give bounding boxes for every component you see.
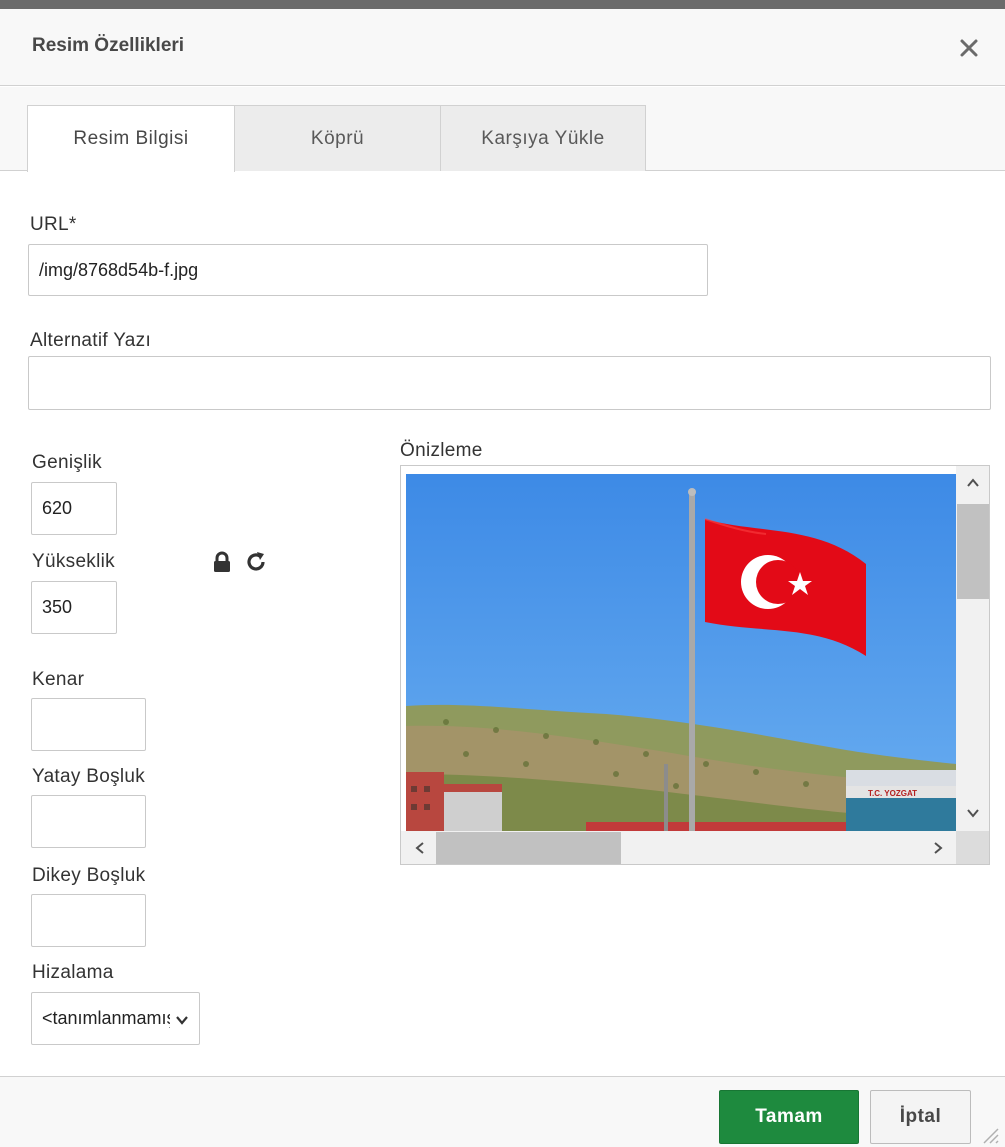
- cancel-button[interactable]: İptal: [870, 1090, 971, 1144]
- resize-grip-icon[interactable]: [980, 1125, 1000, 1145]
- vspace-input[interactable]: [31, 894, 146, 947]
- vertical-scroll-thumb[interactable]: [957, 504, 989, 599]
- dialog-top-border: [0, 0, 1005, 9]
- vertical-scrollbar[interactable]: [956, 466, 989, 831]
- close-icon[interactable]: [956, 35, 982, 61]
- lock-icon[interactable]: [212, 551, 232, 573]
- chevron-up-icon[interactable]: [966, 476, 980, 490]
- height-input[interactable]: [31, 581, 117, 634]
- border-label: Kenar: [32, 669, 85, 690]
- chevron-down-icon: [175, 1011, 189, 1025]
- url-input[interactable]: [28, 244, 708, 296]
- url-label: URL*: [30, 214, 77, 235]
- width-input[interactable]: [31, 482, 117, 535]
- horizontal-scrollbar[interactable]: [401, 831, 956, 864]
- dialog-title: Resim Özellikleri: [32, 35, 185, 56]
- tab-kopru[interactable]: Köprü: [234, 105, 441, 171]
- hspace-label: Yatay Boşluk: [32, 766, 146, 787]
- image-properties-dialog: Resim Özellikleri Resim Bilgisi Köprü Ka…: [0, 0, 1005, 1147]
- hspace-input[interactable]: [31, 795, 146, 848]
- chevron-left-icon[interactable]: [413, 841, 427, 855]
- alt-text-label: Alternatif Yazı: [30, 330, 152, 351]
- border-input[interactable]: [31, 698, 146, 751]
- height-label: Yükseklik: [32, 551, 115, 572]
- align-label: Hizalama: [32, 962, 114, 983]
- align-select-value: <tanımlanmamış>: [42, 1008, 170, 1028]
- tab-resim-bilgisi[interactable]: Resim Bilgisi: [27, 105, 235, 172]
- width-label: Genişlik: [32, 452, 102, 473]
- preview-box[interactable]: T.C. YOZGAT: [400, 465, 990, 865]
- align-select[interactable]: <tanımlanmamış>: [31, 992, 200, 1045]
- dialog-titlebar[interactable]: Resim Özellikleri: [0, 9, 1005, 86]
- tab-bar: Resim Bilgisi Köprü Karşıya Yükle: [0, 87, 1005, 172]
- scrollbar-corner: [956, 831, 989, 864]
- alt-text-input[interactable]: [28, 356, 991, 410]
- preview-label: Önizleme: [400, 440, 483, 461]
- building-sign-text: T.C. YOZGAT: [868, 789, 917, 798]
- horizontal-scroll-thumb[interactable]: [436, 832, 621, 864]
- vspace-label: Dikey Boşluk: [32, 865, 146, 886]
- chevron-down-icon[interactable]: [966, 806, 980, 820]
- dialog-footer: Tamam İptal: [0, 1076, 1005, 1147]
- reset-size-icon[interactable]: [244, 550, 268, 574]
- ok-button[interactable]: Tamam: [719, 1090, 859, 1144]
- chevron-right-icon[interactable]: [931, 841, 945, 855]
- tab-karsiya-yukle[interactable]: Karşıya Yükle: [440, 105, 646, 171]
- preview-image: T.C. YOZGAT: [406, 474, 956, 831]
